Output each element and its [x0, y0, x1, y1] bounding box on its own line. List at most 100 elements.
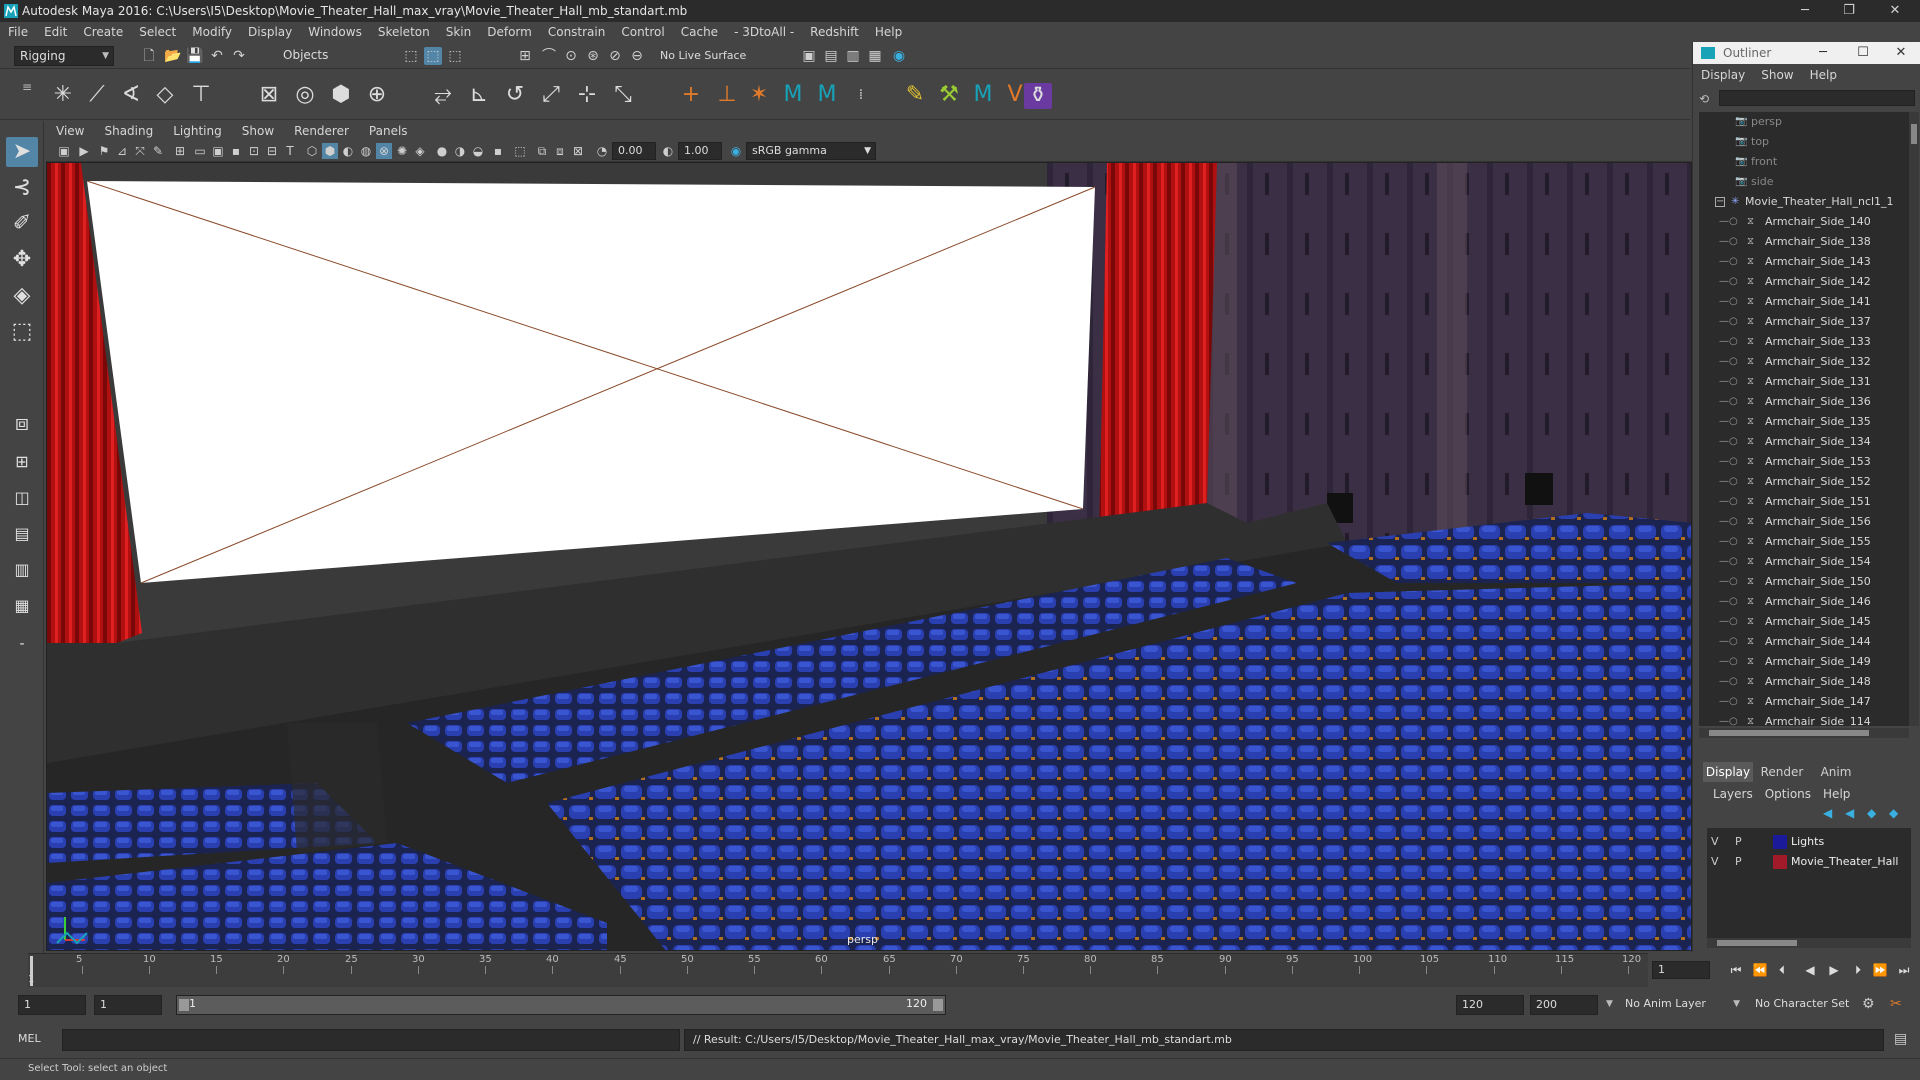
paint-select-tool-icon[interactable]: ✐	[6, 209, 38, 239]
outliner-menu-display[interactable]: Display	[1693, 64, 1753, 86]
more-layouts-icon[interactable]: -	[6, 629, 38, 659]
menu-3dtoall[interactable]: - 3DtoAll -	[726, 22, 802, 43]
move-tool-icon[interactable]: ✥	[6, 245, 38, 275]
menu-file[interactable]: File	[0, 22, 36, 43]
rotate-tool-icon[interactable]: ◈	[6, 281, 38, 311]
render-settings-icon[interactable]: ▣	[800, 47, 818, 65]
list-item[interactable]: —○ ⧖ Armchair_Side_147	[1699, 692, 1909, 712]
toggle-hud-icon[interactable]: ⊠	[570, 143, 586, 159]
color-management-icon[interactable]: ◉	[728, 143, 744, 159]
step-back-key-icon[interactable]: ⏴	[1772, 961, 1792, 979]
four-view-icon[interactable]: ⊞	[6, 447, 38, 477]
list-item[interactable]: —○ ⧖ Armchair_Side_144	[1699, 632, 1909, 652]
list-item[interactable]: —○ ⧖ Armchair_Side_135	[1699, 412, 1909, 432]
selection-mode-dropdown[interactable]: Objects	[278, 46, 378, 66]
layer-horizontal-scrollbar[interactable]	[1707, 938, 1911, 948]
viewport-menu-panels[interactable]: Panels	[359, 122, 418, 140]
snap-view-icon[interactable]: ⊛	[584, 47, 602, 65]
animation-end-field[interactable]: 200	[1530, 995, 1598, 1015]
paint-weights-icon[interactable]: ✎	[900, 80, 930, 110]
sculpt-icon[interactable]: ✶	[744, 80, 774, 110]
list-item[interactable]: 📷 top	[1699, 132, 1909, 152]
anim-layer-dropdown[interactable]: No Anim Layer ▼	[1620, 995, 1740, 1015]
layer-playback-toggle[interactable]: P	[1735, 832, 1742, 852]
list-item[interactable]: —○ ⧖ Armchair_Side_141	[1699, 292, 1909, 312]
collapse-icon[interactable]: −	[1715, 197, 1725, 207]
snap-curve-icon[interactable]: ⌒	[540, 47, 558, 65]
new-layer-selected-icon[interactable]: ◆	[1889, 806, 1898, 820]
grease-pencil-icon[interactable]: ✎	[150, 143, 166, 159]
outliner-minimize-button[interactable]: ─	[1803, 42, 1843, 64]
aim-constraint-icon[interactable]: ⊹	[572, 80, 602, 110]
maximize-button[interactable]: ❐	[1826, 0, 1872, 22]
menu-help[interactable]: Help	[867, 22, 910, 43]
smooth-skin-icon[interactable]: ◎	[290, 80, 320, 110]
play-backward-icon[interactable]: ◀	[1800, 961, 1820, 979]
select-camera-icon[interactable]: ▣	[56, 143, 72, 159]
parent-constraint-icon[interactable]: ⥂	[428, 80, 458, 110]
list-item[interactable]: —○ ⧖ Armchair_Side_156	[1699, 512, 1909, 532]
step-forward-icon[interactable]: ⏩	[1870, 961, 1890, 979]
maya-script-icon[interactable]: M	[778, 80, 808, 110]
script-editor-icon[interactable]: ▤	[1894, 1031, 1907, 1047]
smooth-shade-icon[interactable]: ⬢	[322, 143, 338, 159]
lasso-tool-icon[interactable]: ⊰	[6, 173, 38, 203]
go-to-end-icon[interactable]: ⏭	[1894, 961, 1914, 979]
viewport-menu-shading[interactable]: Shading	[94, 122, 163, 140]
scrollbar-thumb[interactable]	[1717, 940, 1797, 946]
undo-icon[interactable]: ↶	[208, 47, 226, 65]
menu-display[interactable]: Display	[240, 22, 300, 43]
menu-skeleton[interactable]: Skeleton	[370, 22, 438, 43]
mirror-joint-icon[interactable]: ◇	[150, 80, 180, 110]
list-item[interactable]: —○ ⧖ Armchair_Side_155	[1699, 532, 1909, 552]
maya-script-2-icon[interactable]: M	[812, 80, 842, 110]
redo-icon[interactable]: ↷	[230, 47, 248, 65]
isolate-select-icon[interactable]: ⬚	[512, 143, 528, 159]
list-item[interactable]: —○ ⧖ Armchair_Side_134	[1699, 432, 1909, 452]
auto-key-icon[interactable]: ⚙	[1862, 996, 1875, 1012]
menu-cache[interactable]: Cache	[673, 22, 726, 43]
list-item[interactable]: —○ ⧖ Armchair_Side_152	[1699, 472, 1909, 492]
playback-end-field[interactable]: 120	[1456, 995, 1524, 1015]
layer-visibility-toggle[interactable]: V	[1711, 832, 1719, 852]
menu-set-dropdown[interactable]: Rigging ▼	[14, 46, 114, 66]
list-item[interactable]: —○ ⧖ Armchair_Side_138	[1699, 232, 1909, 252]
step-forward-key-icon[interactable]: ⏵	[1848, 961, 1868, 979]
cluster-handle-icon[interactable]: ⊥	[712, 80, 742, 110]
outliner-horizontal-scrollbar[interactable]	[1699, 728, 1909, 738]
list-item[interactable]: —○ ⧖ Armchair_Side_153	[1699, 452, 1909, 472]
scale-constraint-icon[interactable]: ⤢	[536, 80, 566, 110]
move-layer-up-icon[interactable]: ◀	[1823, 806, 1832, 820]
viewport-menu-show[interactable]: Show	[232, 122, 284, 140]
anti-aliasing-icon[interactable]: ◒	[470, 143, 486, 159]
playback-start-field[interactable]: 1	[94, 995, 162, 1015]
range-handle-end[interactable]	[933, 999, 943, 1011]
scrollbar-thumb[interactable]	[1709, 730, 1869, 736]
orient-joint-icon[interactable]: ⊤	[186, 80, 216, 110]
color-space-dropdown[interactable]: sRGB gamma ▼	[746, 142, 876, 160]
pole-vector-icon[interactable]: ⤡	[608, 80, 638, 110]
gamma-icon[interactable]: ◐	[660, 143, 676, 159]
layer-playback-toggle[interactable]: P	[1735, 852, 1742, 872]
tab-anim[interactable]: Anim	[1811, 762, 1861, 782]
snap-grid-icon[interactable]: ⊞	[516, 47, 534, 65]
menu-select[interactable]: Select	[131, 22, 184, 43]
image-plane-icon[interactable]: ⊿	[114, 143, 130, 159]
shelf-options-icon[interactable]: ≡	[22, 80, 32, 94]
bookmark-icon[interactable]: ⚑	[96, 143, 112, 159]
outliner-menu-show[interactable]: Show	[1753, 64, 1801, 86]
single-view-icon[interactable]: ⧈	[6, 409, 38, 439]
resolution-gate-icon[interactable]: ▣	[210, 143, 226, 159]
tab-display[interactable]: Display	[1703, 762, 1753, 782]
ik-spline-icon[interactable]: ∢	[116, 80, 146, 110]
range-bar[interactable]: 1 120	[176, 995, 946, 1015]
camera-attributes-icon[interactable]: ▶	[76, 143, 92, 159]
layer-menu-options[interactable]: Options	[1759, 784, 1817, 804]
select-component-icon[interactable]: ⬚	[446, 47, 464, 65]
render-view-icon[interactable]: ▦	[866, 47, 884, 65]
film-gate-icon[interactable]: ▭	[192, 143, 208, 159]
scale-tool-icon[interactable]: ⬚	[6, 317, 38, 347]
go-to-start-icon[interactable]: ⏮	[1726, 961, 1746, 979]
new-layer-icon[interactable]: ◆	[1867, 806, 1876, 820]
menu-create[interactable]: Create	[75, 22, 131, 43]
